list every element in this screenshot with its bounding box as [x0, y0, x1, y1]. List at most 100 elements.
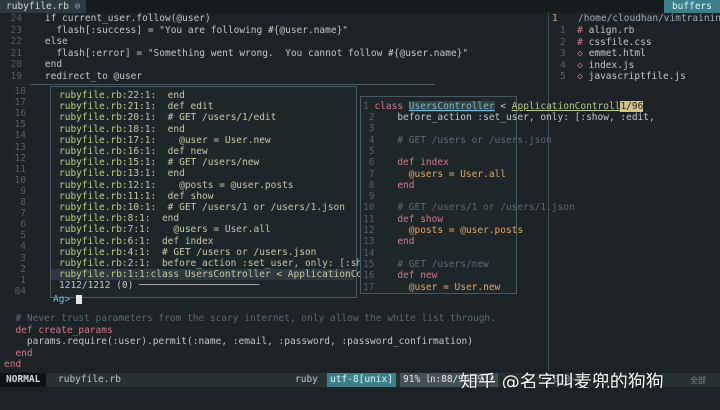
preview-line: 2 before_action :set_user, only: [:show,…: [363, 112, 655, 123]
preview-line: 11 def show: [363, 214, 443, 225]
tree-item[interactable]: 4 ◇ index.js: [560, 60, 634, 72]
result-file: rubyfile.rb: [59, 90, 122, 101]
ag-result-row[interactable]: rubyfile.rb:18:1: end: [59, 124, 185, 135]
line-number: 16: [14, 108, 26, 120]
line-number: 22: [10, 36, 22, 48]
preview-code: before_action :set_user, only: [:show, :…: [385, 112, 655, 123]
code-text: if current_user.follow(@user): [22, 13, 211, 24]
line-number: 18: [14, 86, 26, 97]
ag-result-row[interactable]: rubyfile.rb:22:1: end: [59, 90, 185, 101]
tree-path: /home/cloudhan/vimtraining/: [578, 13, 720, 24]
code-line: 20 end: [0, 59, 63, 71]
line-number: 12: [363, 225, 386, 236]
result-text: :10:1: # GET /users/1 or /users/1.json: [121, 202, 345, 213]
ag-result-row[interactable]: rubyfile.rb:6:1: def index: [59, 236, 213, 247]
line-number: 9: [20, 185, 26, 197]
line-number: 23: [10, 24, 22, 36]
ag-result-row[interactable]: rubyfile.rb:16:1: def new: [59, 146, 208, 157]
code-text: end: [22, 59, 63, 71]
tree-item-number: 5: [560, 71, 578, 82]
result-file: rubyfile.rb: [59, 258, 122, 269]
buffers-button[interactable]: buffers: [663, 0, 720, 13]
tree-item[interactable]: 3 ◇ emmet.html: [560, 48, 646, 60]
code-line: 19 redirect_to @user: [0, 71, 143, 82]
line-number: 7: [363, 168, 386, 180]
ag-result-row[interactable]: rubyfile.rb:1:1:class UsersController < …: [59, 269, 391, 280]
preview-line: 16 def new: [363, 270, 437, 281]
ag-result-row[interactable]: rubyfile.rb:11:1: def show: [59, 191, 213, 202]
result-file: rubyfile.rb: [59, 134, 122, 146]
preview-line: 8 end: [363, 180, 415, 191]
file-icon: ◇: [577, 59, 589, 71]
tab-label: rubyfile.rb: [6, 1, 69, 12]
ag-result-row[interactable]: rubyfile.rb:7:1: @users = User.all: [59, 224, 271, 235]
code-text: else: [22, 36, 68, 48]
tree-item[interactable]: 5 ◇ javascriptfile.js: [560, 71, 686, 83]
preview-code: end: [385, 179, 415, 191]
result-text: :7:1: @users = User.all: [121, 224, 271, 236]
code-text: redirect_to @user: [22, 71, 143, 82]
result-file: rubyfile.rb: [59, 213, 122, 225]
ag-result-row[interactable]: rubyfile.rb:8:1: end: [59, 213, 179, 224]
command-line[interactable]: [0, 388, 720, 410]
line-number: 7: [20, 208, 26, 220]
preview-code: # GET /users/1 or /users/1.json: [385, 202, 575, 214]
result-file: rubyfile.rb: [59, 235, 122, 247]
ag-result-row[interactable]: rubyfile.rb:2:1: before_action :set_user…: [59, 258, 391, 269]
line-number: 1: [20, 274, 26, 286]
tree-item[interactable]: 1 # align.rb: [560, 25, 634, 37]
tree-item-number: 1: [560, 25, 578, 36]
close-icon[interactable]: ⊘: [75, 1, 81, 12]
preview-line: 5: [363, 146, 386, 157]
ag-result-row[interactable]: rubyfile.rb:13:1: end: [59, 168, 185, 179]
result-text: :18:1: end: [121, 123, 185, 135]
ag-result-row[interactable]: rubyfile.rb:20:1: # GET /users/1/edit: [59, 112, 276, 123]
ag-result-row[interactable]: rubyfile.rb:15:1: # GET /users/new: [59, 157, 259, 168]
code-line: # Never trust parameters from the scary …: [4, 313, 495, 324]
preview-code: @users = User.all: [385, 168, 506, 180]
line-number: 20: [10, 59, 22, 71]
tree-item-name: align.rb: [588, 25, 635, 36]
line-number: 8: [363, 179, 386, 191]
code-text: end: [4, 347, 33, 359]
line-number: 16: [363, 270, 386, 282]
result-text: :20:1: # GET /users/1/edit: [121, 112, 277, 124]
ag-prompt-label: Ag>: [53, 293, 76, 305]
preview-code: def show: [385, 213, 444, 225]
code-line: def create_params: [4, 325, 112, 336]
preview-line: 4 # GET /users or /users.json: [363, 135, 552, 146]
ag-result-row[interactable]: rubyfile.rb:12:1: @posts = @user.posts: [59, 180, 294, 191]
preview-code: def index: [385, 157, 449, 169]
editor-top-pane[interactable]: 24 if current_user.follow(@user) 23 flash…: [0, 12, 545, 84]
line-number: 15: [14, 119, 26, 131]
result-text: :2:1: before_action :set_user, only: [:s…: [121, 258, 391, 269]
line-number: 2: [20, 263, 26, 275]
line-number: 3: [20, 252, 26, 264]
code-line: params.require(:user).permit(:name, :ema…: [4, 336, 473, 347]
ag-result-row[interactable]: rubyfile.rb:21:1: def edit: [59, 101, 213, 112]
result-text: :16:1: def new: [121, 146, 208, 157]
preview-code: end: [385, 236, 415, 248]
result-text: :4:1: # GET /users or /users.json: [121, 246, 317, 258]
tree-item-name: index.js: [588, 59, 635, 71]
vertical-split-divider[interactable]: [548, 12, 550, 372]
buffer-number: 1: [552, 13, 558, 24]
result-text: :11:1: def show: [121, 190, 214, 202]
preview-code: @user = User.new: [385, 281, 501, 293]
tree-item-name: javascriptfile.js: [588, 71, 686, 82]
result-text: :6:1: def index: [121, 235, 214, 247]
ag-result-row[interactable]: rubyfile.rb:4:1: # GET /users or /users.…: [59, 247, 316, 258]
code-line: 21 flash[:error] = "Something went wrong…: [0, 48, 469, 59]
ag-result-row[interactable]: rubyfile.rb:10:1: # GET /users/1 or /use…: [59, 202, 345, 213]
line-number: 6: [363, 157, 386, 169]
line-number: 17: [363, 281, 386, 293]
ag-result-row[interactable]: rubyfile.rb:17:1: @user = User.new: [59, 135, 271, 146]
ag-prompt-row[interactable]: Ag>: [53, 294, 82, 305]
line-number: 17: [14, 97, 26, 109]
tree-item-number: 4: [560, 59, 578, 71]
result-file: rubyfile.rb: [59, 246, 122, 258]
ag-search-panel[interactable]: rubyfile.rb:22:1: end rubyfile.rb:21:1: d…: [50, 86, 391, 305]
line-number: 11: [363, 213, 386, 225]
result-text: :21:1: def edit: [121, 101, 214, 113]
tree-item[interactable]: 2 # cssfile.css: [560, 37, 652, 49]
